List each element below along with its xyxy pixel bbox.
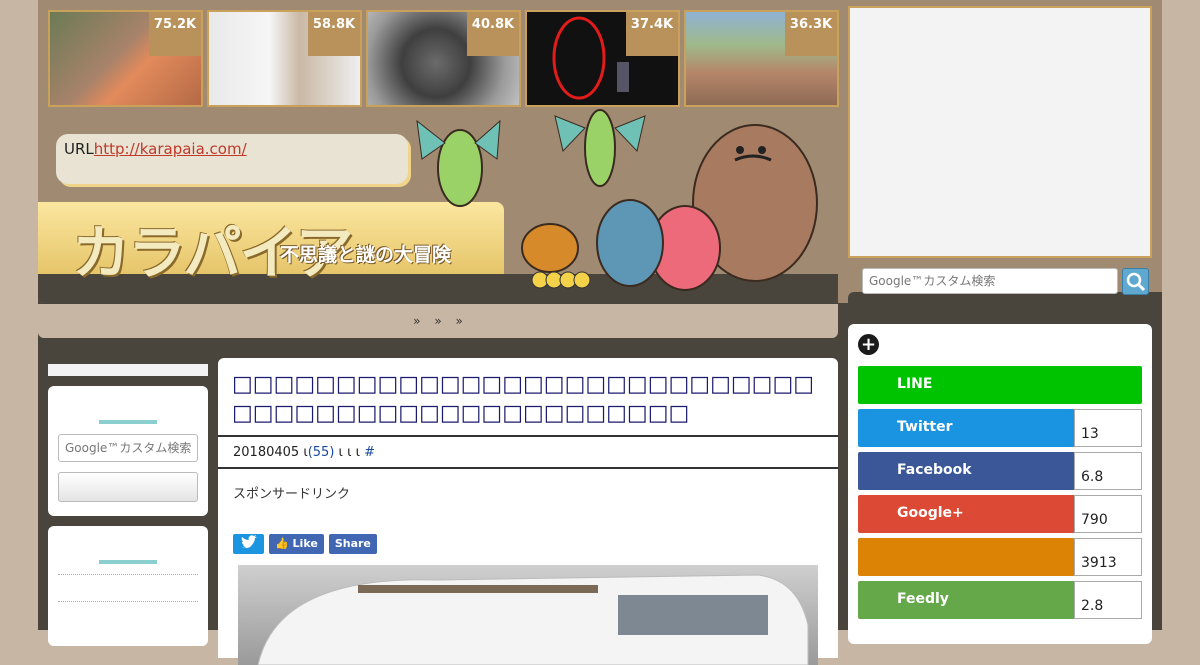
- share-row-line[interactable]: LINE: [858, 366, 1142, 404]
- article-title[interactable]: □□□□□□□□□□□□□□□□□□□□□□□□□□□□□□□□□□□□□□□□…: [218, 358, 838, 437]
- thumbnail-count: 58.8K: [308, 12, 360, 56]
- site-url-link[interactable]: http://karapaia.com/: [94, 140, 247, 158]
- share-row-twitter[interactable]: Twitter 13: [858, 409, 1142, 447]
- camper-image: [257, 574, 809, 665]
- fb-like-label: Like: [292, 537, 318, 550]
- widget-accent: [99, 420, 157, 424]
- share-row-hatena[interactable]: 3913: [858, 538, 1142, 576]
- tweet-button[interactable]: [233, 534, 264, 554]
- hatena-count: 3913: [1074, 538, 1142, 576]
- left-sidebar-strip: [48, 364, 208, 376]
- mascot-characters-icon: [416, 109, 818, 291]
- article-main-image: [238, 565, 818, 665]
- thumbnail-count: 37.4K: [626, 12, 678, 56]
- twitter-share-button[interactable]: Twitter: [858, 409, 1075, 447]
- thumbnail-1[interactable]: 75.2K: [48, 10, 203, 107]
- url-bubble: URLhttp://karapaia.com/: [56, 134, 408, 184]
- article-meta: 20180405 ι(55) ι ι ι #: [218, 437, 838, 469]
- twitter-count: 13: [1074, 409, 1142, 447]
- facebook-share-button[interactable]: Facebook: [858, 452, 1075, 490]
- googleplus-share-button[interactable]: Google+: [858, 495, 1075, 533]
- feedly-count: 2.8: [1074, 581, 1142, 619]
- search-button[interactable]: [1122, 268, 1149, 295]
- sponsored-link-label: スポンサードリンク: [233, 487, 351, 502]
- thumbnail-count: 40.8K: [467, 12, 519, 56]
- article-date: 20180405: [233, 445, 300, 460]
- left-sidebar: Google™カスタム検索: [48, 364, 208, 656]
- line-share-button[interactable]: LINE: [858, 366, 1142, 404]
- divider: [58, 574, 198, 575]
- twitter-bird-icon: [241, 535, 257, 549]
- search-icon: [1126, 272, 1146, 292]
- facebook-count: 6.8: [1074, 452, 1142, 490]
- breadcrumb-nav[interactable]: » » »: [38, 304, 838, 338]
- search-input-header[interactable]: Google™カスタム検索: [862, 268, 1118, 294]
- thumbnail-3[interactable]: 40.8K: [366, 10, 521, 107]
- popular-thumbnails: 75.2K 58.8K 40.8K 37.4K 36.3K: [48, 10, 839, 107]
- hatena-share-button[interactable]: [858, 538, 1075, 576]
- fb-like-button[interactable]: 👍 Like: [269, 534, 324, 554]
- thumbnail-count: 75.2K: [149, 12, 201, 56]
- widget-accent: [99, 560, 157, 564]
- thumbnail-count: 36.3K: [785, 12, 837, 56]
- meta-separator: ι ι ι: [338, 445, 361, 460]
- sidebar-search-button[interactable]: [58, 472, 198, 502]
- plus-icon[interactable]: +: [858, 334, 879, 355]
- left-search-widget: Google™カスタム検索: [48, 386, 208, 516]
- share-row-googleplus[interactable]: Google+ 790: [858, 495, 1142, 533]
- thumbnail-2[interactable]: 58.8K: [207, 10, 362, 107]
- thumbnail-5[interactable]: 36.3K: [684, 10, 839, 107]
- share-row-facebook[interactable]: Facebook 6.8: [858, 452, 1142, 490]
- inline-share-buttons: 👍 Like Share: [233, 534, 377, 554]
- search-input-sidebar[interactable]: Google™カスタム検索: [58, 434, 198, 462]
- divider: [58, 601, 198, 602]
- ad-banner: [848, 6, 1152, 258]
- share-row-feedly[interactable]: Feedly 2.8: [858, 581, 1142, 619]
- thumbs-up-icon: 👍: [275, 537, 289, 550]
- comment-count-link[interactable]: (55): [308, 445, 335, 460]
- thumbnail-4[interactable]: 37.4K: [525, 10, 680, 107]
- left-widget-2: [48, 526, 208, 646]
- fb-share-button[interactable]: Share: [328, 534, 377, 554]
- hash-link[interactable]: #: [364, 445, 375, 460]
- googleplus-count: 790: [1074, 495, 1142, 533]
- share-panel: + LINE Twitter 13 Facebook 6.8 Google+ 7…: [848, 324, 1152, 644]
- article: □□□□□□□□□□□□□□□□□□□□□□□□□□□□□□□□□□□□□□□□…: [218, 358, 838, 665]
- feedly-share-button[interactable]: Feedly: [858, 581, 1075, 619]
- url-label: URL: [64, 140, 94, 158]
